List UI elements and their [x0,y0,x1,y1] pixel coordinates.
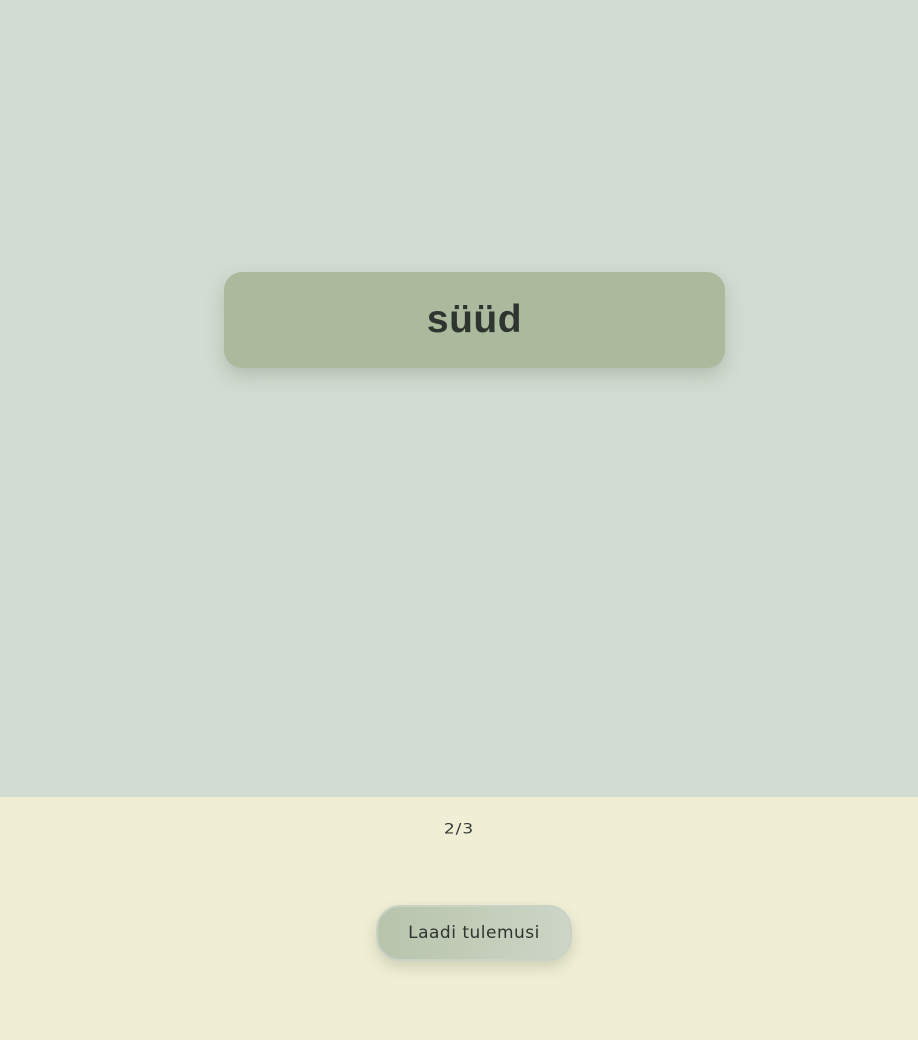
progress-counter: 2/3 [443,820,475,838]
footer-area: 2/3 Laadi tulemusi [0,797,918,1040]
load-results-button-label: Laadi tulemusi [408,923,540,943]
main-area: süüd [0,0,918,797]
word-card: süüd [224,272,725,368]
load-results-button[interactable]: Laadi tulemusi [376,905,572,961]
word-text: süüd [426,298,523,341]
